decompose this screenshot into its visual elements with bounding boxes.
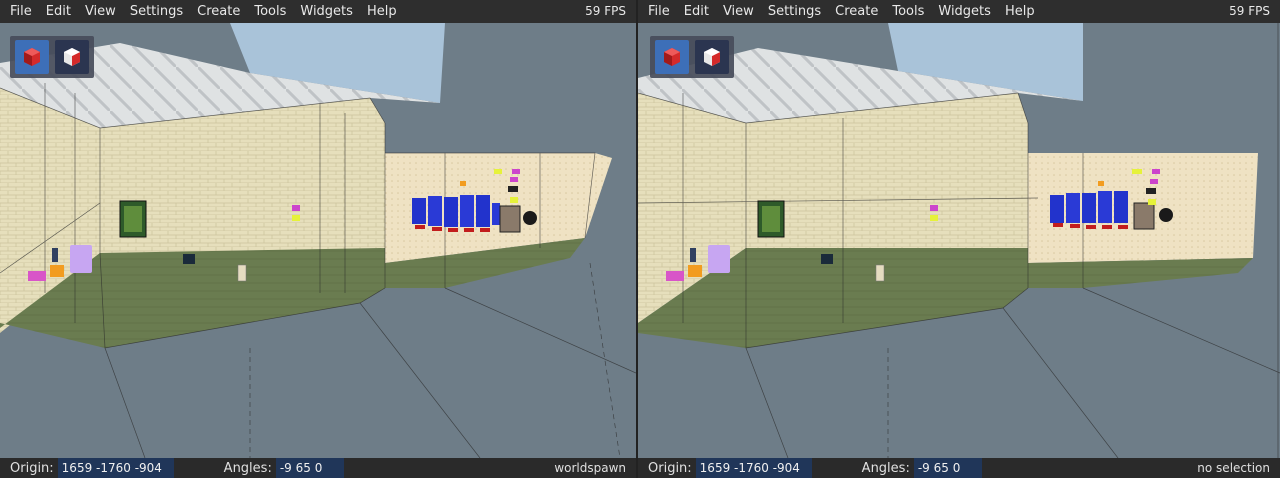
menu-widgets[interactable]: Widgets xyxy=(293,0,360,23)
fps-counter: 59 FPS xyxy=(1229,4,1270,18)
menu-view[interactable]: View xyxy=(78,0,123,23)
entity-tool-icon xyxy=(704,48,720,66)
entity-magenta[interactable] xyxy=(28,271,46,281)
origin-label: Origin: xyxy=(648,460,692,476)
tool-palette xyxy=(650,36,734,78)
entity-tool-button[interactable] xyxy=(55,40,89,74)
3d-viewport[interactable] xyxy=(0,23,636,458)
status-bar: Origin: 1659 -1760 -904 Angles: -9 65 0 … xyxy=(0,458,636,478)
menu-file[interactable]: File xyxy=(638,0,677,23)
angles-field[interactable]: -9 65 0 xyxy=(913,458,982,478)
entity-orange[interactable] xyxy=(50,265,64,277)
selection-status: worldspawn xyxy=(554,461,626,475)
origin-label: Origin: xyxy=(10,460,54,476)
angles-label: Angles: xyxy=(223,460,272,476)
menu-edit[interactable]: Edit xyxy=(39,0,78,23)
viewport-pane-right: File Edit View Settings Create Tools Wid… xyxy=(638,0,1280,478)
menu-create[interactable]: Create xyxy=(190,0,247,23)
entity-lavender[interactable] xyxy=(708,245,730,273)
entity-tool-button[interactable] xyxy=(695,40,729,74)
viewport-pane-left: File Edit View Settings Create Tools Wid… xyxy=(0,0,636,478)
menu-view[interactable]: View xyxy=(716,0,761,23)
3d-viewport[interactable] xyxy=(638,23,1280,458)
status-bar: Origin: 1659 -1760 -904 Angles: -9 65 0 … xyxy=(638,458,1280,478)
origin-field[interactable]: 1659 -1760 -904 xyxy=(695,458,812,478)
entity-sign[interactable] xyxy=(821,254,833,264)
scene-render[interactable] xyxy=(638,23,1280,458)
menu-bar: File Edit View Settings Create Tools Wid… xyxy=(0,0,636,23)
selection-status: no selection xyxy=(1197,461,1270,475)
menu-help[interactable]: Help xyxy=(360,0,404,23)
menu-bar: File Edit View Settings Create Tools Wid… xyxy=(638,0,1280,23)
entity-lavender[interactable] xyxy=(70,245,92,273)
entity-magenta[interactable] xyxy=(666,271,684,281)
menu-settings[interactable]: Settings xyxy=(123,0,190,23)
menu-edit[interactable]: Edit xyxy=(677,0,716,23)
menu-file[interactable]: File xyxy=(0,0,39,23)
scene-render[interactable] xyxy=(0,23,636,458)
menu-tools[interactable]: Tools xyxy=(247,0,293,23)
angles-label: Angles: xyxy=(861,460,910,476)
brush-tool-button[interactable] xyxy=(15,40,49,74)
entity-sign[interactable] xyxy=(183,254,195,264)
menu-tools[interactable]: Tools xyxy=(885,0,931,23)
origin-field[interactable]: 1659 -1760 -904 xyxy=(57,458,174,478)
angles-field[interactable]: -9 65 0 xyxy=(275,458,344,478)
fps-counter: 59 FPS xyxy=(585,4,626,18)
brush-tool-icon xyxy=(664,48,680,66)
entity-orange[interactable] xyxy=(688,265,702,277)
tool-palette xyxy=(10,36,94,78)
entity-tool-icon xyxy=(64,48,80,66)
brush-tool-icon xyxy=(24,48,40,66)
menu-help[interactable]: Help xyxy=(998,0,1042,23)
menu-settings[interactable]: Settings xyxy=(761,0,828,23)
menu-create[interactable]: Create xyxy=(828,0,885,23)
brush-tool-button[interactable] xyxy=(655,40,689,74)
menu-widgets[interactable]: Widgets xyxy=(931,0,998,23)
